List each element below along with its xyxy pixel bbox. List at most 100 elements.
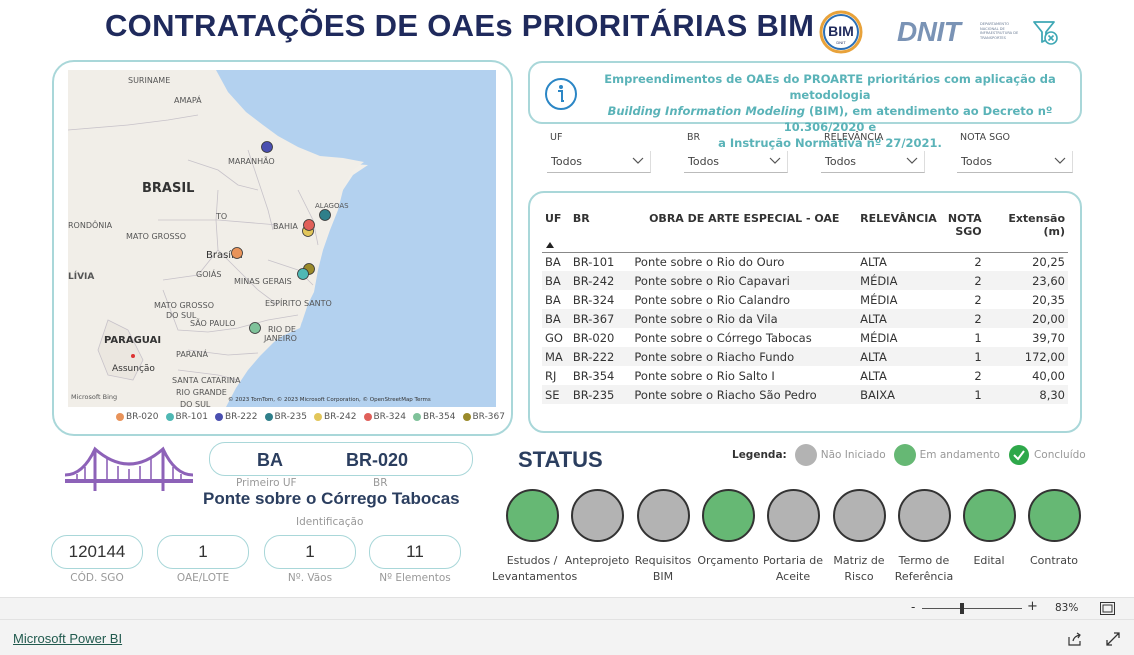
col-header-uf-label: UF	[545, 212, 562, 225]
map-legend-item[interactable]: BR-101	[165, 412, 208, 422]
map-legend-item[interactable]: BR-222	[215, 412, 258, 422]
cell-nota: 2	[939, 271, 985, 290]
map-view[interactable]: SURINAME AMAPÁ MARANHÃO BRASIL TO BAHIA …	[68, 70, 496, 407]
zoom-in-button[interactable]: +	[1027, 599, 1038, 614]
kpi-vaos: 1	[264, 535, 356, 569]
zoom-out-button[interactable]: -	[911, 600, 915, 614]
map-marker-br-235[interactable]	[319, 209, 331, 221]
status-step-indicator	[506, 489, 559, 542]
map-legend-label: BR-354	[423, 412, 456, 422]
zoom-slider-thumb[interactable]	[960, 603, 964, 614]
legend-title: Legenda:	[732, 449, 787, 461]
map-legend-item[interactable]: BR-324	[363, 412, 406, 422]
bim-logo-sub: DNIT	[836, 40, 846, 45]
footer-bar: Microsoft Power BI	[0, 619, 1134, 655]
kpi-oae-lote-label: OAE/LOTE	[176, 572, 230, 584]
cell-uf: BA	[545, 292, 561, 307]
map-marker-br-354[interactable]	[249, 322, 261, 334]
status-legend: Legenda: Não Iniciado Em andamento Concl…	[732, 444, 1094, 466]
cell-uf: BA	[545, 254, 561, 269]
map-legend-item[interactable]: BR-242	[314, 412, 357, 422]
map-bing-logo: Microsoft Bing	[71, 393, 117, 401]
svg-text:ALAGOAS: ALAGOAS	[315, 202, 349, 210]
cell-ext: 172,00	[984, 347, 1068, 366]
kpi-cod-sgo-label: CÓD. SGO	[70, 572, 124, 584]
legend-item-concluido: Concluído	[1008, 444, 1086, 466]
svg-text:DO SUL: DO SUL	[180, 400, 211, 407]
cell-rel: MÉDIA	[860, 292, 898, 307]
cell-nota: 2	[974, 254, 982, 269]
kpi-vaos-label: Nº. Vãos	[287, 572, 333, 584]
map-marker-br-101[interactable]	[297, 268, 309, 280]
legend-dot	[116, 413, 124, 421]
filter-br-select[interactable]: Todos	[684, 151, 788, 173]
filter-uf: UF Todos	[547, 132, 651, 173]
col-header-oae[interactable]: OBRA DE ARTE ESPECIAL - OAE	[631, 209, 858, 253]
svg-text:GOIÁS: GOIÁS	[196, 268, 221, 279]
kpi-elementos-label: Nº Elementos	[379, 572, 451, 584]
cell-uf: BA	[542, 271, 570, 290]
cell-oae: Ponte sobre o Rio da Vila	[631, 309, 858, 328]
table-row[interactable]: MA BR-222 Ponte sobre o Riacho Fundo ALTA 1 1…	[542, 347, 1068, 366]
legend-dot	[264, 413, 273, 421]
filter-clear-icon[interactable]	[1031, 18, 1059, 46]
legend-dot	[413, 413, 421, 421]
dnit-logo: DNIT DEPARTAMENTO NACIONAL DE INFRAESTRU…	[897, 16, 1018, 50]
cell-oae: Ponte sobre o Riacho Fundo	[631, 347, 858, 366]
info-line-2-rest: (BIM), em atendimento ao Decreto nº 10.3…	[783, 104, 1053, 134]
table-row[interactable]: BA BR-242 Ponte sobre o Rio Capavari MÉDIA 2…	[542, 271, 1068, 290]
cell-ext: 39,70	[1032, 330, 1065, 345]
cell-br: BR-101	[572, 254, 615, 269]
cell-uf: BA	[542, 309, 570, 328]
cell-oae: Ponte sobre o Córrego Tabocas	[634, 330, 812, 345]
map-marker-br-324[interactable]	[303, 219, 315, 231]
table-row[interactable]: BA BR-324 Ponte sobre o Rio Calandro MÉDIA 2…	[542, 290, 1068, 309]
svg-text:BAHIA: BAHIA	[273, 222, 298, 231]
legend-dot	[165, 413, 174, 421]
share-icon[interactable]	[1068, 632, 1082, 646]
legend-dot	[314, 413, 322, 421]
col-header-relevancia[interactable]: RELEVÂNCIA	[857, 209, 940, 253]
svg-text:MINAS GERAIS: MINAS GERAIS	[234, 277, 292, 286]
power-bi-link[interactable]: Microsoft Power BI	[13, 631, 122, 646]
info-icon	[545, 78, 577, 110]
filter-uf-select[interactable]: Todos	[547, 151, 651, 173]
legend-item-nao-iniciado: Não Iniciado	[794, 444, 886, 466]
info-line-1: Empreendimentos de OAEs do PROARTE prior…	[604, 72, 1056, 102]
map-legend-label: BR-020	[126, 412, 159, 422]
table-row[interactable]: BA BR-101 Ponte sobre o Rio do Ouro ALTA 2 20…	[542, 252, 1068, 271]
filter-relevancia-select[interactable]: Todos	[821, 151, 925, 173]
fullscreen-icon[interactable]	[1106, 632, 1120, 646]
legend-label-nao-iniciado: Não Iniciado	[820, 449, 886, 461]
col-header-uf[interactable]: UF	[542, 209, 570, 253]
col-header-nota-sgo[interactable]: NOTA SGO	[939, 209, 985, 253]
legend-swatch-green	[893, 444, 916, 466]
cell-oae: Ponte sobre o Riacho São Pedro	[631, 385, 858, 404]
cell-ext: 8,30	[984, 385, 1068, 404]
map-marker-br-222[interactable]	[261, 141, 273, 153]
filter-nota-sgo-select[interactable]: Todos	[957, 151, 1073, 173]
map-svg[interactable]: SURINAME AMAPÁ MARANHÃO BRASIL TO BAHIA …	[68, 70, 496, 407]
table-row[interactable]: GO BR-020 Ponte sobre o Córrego Tabocas MÉD…	[542, 328, 1068, 347]
map-legend-item[interactable]: BR-367	[462, 412, 505, 422]
map-marker-br-020[interactable]	[231, 247, 243, 259]
table-row[interactable]: BA BR-367 Ponte sobre o Rio da Vila ALTA 2 20…	[542, 309, 1068, 328]
col-header-br[interactable]: BR	[569, 209, 632, 253]
map-legend-item[interactable]: BR-354	[413, 412, 456, 422]
zoom-slider-track[interactable]	[922, 608, 1022, 609]
map-legend-item[interactable]: BR-020	[116, 412, 159, 422]
col-header-extensao[interactable]: Extensão (m)	[984, 209, 1068, 253]
filter-br-label: BR	[687, 132, 701, 143]
status-step-indicator	[702, 489, 755, 542]
cell-rel: ALTA	[857, 347, 940, 366]
table-row[interactable]: SE BR-235 Ponte sobre o Riacho São Pedro BA…	[542, 385, 1068, 404]
map-legend-label: BR-222	[225, 412, 258, 422]
table-row[interactable]: RJ BR-354 Ponte sobre o Rio Salto I ALTA 2 40…	[542, 366, 1068, 385]
cell-rel: ALTA	[857, 309, 940, 328]
info-panel: Empreendimentos de OAEs do PROARTE prior…	[528, 61, 1082, 150]
map-legend-item[interactable]: BR-235	[264, 412, 307, 422]
info-line-2-italic: Building Information Modeling	[607, 104, 806, 118]
fit-page-icon[interactable]	[1100, 602, 1115, 615]
status-step-indicator	[767, 489, 820, 542]
filter-nota-sgo-label: NOTA SGO	[960, 132, 1011, 143]
